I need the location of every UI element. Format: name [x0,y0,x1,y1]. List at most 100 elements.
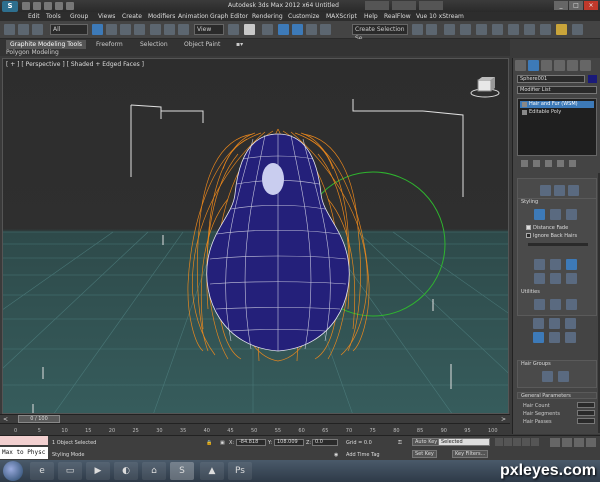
object-name-field[interactable]: Sphere001 [517,75,585,83]
ignore-back-hairs-checkbox[interactable]: Ignore Back Hairs [526,233,577,239]
angle-snap-icon[interactable] [278,24,289,35]
percent-snap-icon[interactable] [292,24,303,35]
prev-frame-icon[interactable]: < [3,416,8,423]
menu-vue-xstream[interactable]: Vue 10 xStream [416,13,464,20]
render-production-icon[interactable] [556,24,567,35]
network-icon[interactable]: ⌂ [142,462,166,480]
modifier-list-dropdown[interactable]: Modifier List [517,86,597,94]
open-file-icon[interactable] [33,2,41,10]
move-icon[interactable] [150,24,161,35]
snap-toggle-icon[interactable] [262,24,273,35]
menu-realflow[interactable]: RealFlow [384,13,411,20]
motion-tab-icon[interactable] [554,60,565,71]
rectangular-selection-icon[interactable] [120,24,131,35]
vlc-icon[interactable]: ▲ [200,462,224,480]
layer-manager-icon[interactable] [444,24,455,35]
recomb-icon[interactable] [533,332,544,343]
set-key-button[interactable]: Set Key [412,450,437,458]
hair-count-field[interactable] [577,402,595,408]
time-slider-thumb[interactable]: 0 / 100 [18,415,60,423]
pin-stack-icon[interactable] [521,160,528,167]
curve-editor-icon[interactable] [476,24,487,35]
tab-graphite-modeling-tools[interactable]: Graphite Modeling Tools [6,40,87,49]
time-tag-icon[interactable]: ◉ [334,452,338,458]
lock-icon[interactable] [549,332,560,343]
rotate-hair-icon[interactable] [550,273,561,284]
z-coordinate-field[interactable]: 0.0 [312,439,338,446]
search-box[interactable] [365,1,389,10]
media-player-icon[interactable]: ▶ [86,462,110,480]
tab-selection[interactable]: Selection [136,40,172,49]
menu-tools[interactable]: Tools [46,13,61,20]
reference-coordinate-dropdown[interactable]: View [194,24,224,35]
y-coordinate-field[interactable]: 108.009 [274,439,304,446]
align-icon[interactable] [426,24,437,35]
menu-modifiers[interactable]: Modifiers [148,13,175,20]
toggle-hair-icon[interactable] [549,318,560,329]
viewport-label[interactable]: [ + ] [ Perspective ] [ Shaded + Edged F… [6,61,144,68]
select-icon[interactable] [566,209,577,220]
pop-selected-icon[interactable] [550,299,561,310]
puff-roots-icon[interactable] [566,259,577,270]
styling-tool-icon[interactable] [554,185,565,196]
3ds-max-icon[interactable]: S [170,462,194,480]
graphite-toggle-icon[interactable] [460,24,471,35]
stack-item-hair-and-fur[interactable]: Hair and Fur (WSM) [520,101,594,108]
menu-maxscript[interactable]: MAXScript [326,13,357,20]
select-by-name-icon[interactable] [106,24,117,35]
attenuate-icon[interactable] [534,299,545,310]
app-logo-icon[interactable]: S [2,0,18,12]
subscription-icon[interactable] [392,1,416,10]
key-filters-button[interactable]: Key Filters... [452,450,489,458]
menu-edit[interactable]: Edit [28,13,40,20]
render-setup-icon[interactable] [524,24,535,35]
menu-rendering[interactable]: Rendering [252,13,283,20]
hierarchy-tab-icon[interactable] [541,60,552,71]
distance-fade-checkbox[interactable]: Distance Fade [526,225,568,231]
render-iterative-icon[interactable] [572,24,583,35]
tab-object-paint[interactable]: Object Paint [180,40,224,49]
photoshop-icon[interactable]: Ps [228,462,252,480]
firefox-icon[interactable]: ◐ [114,462,138,480]
tab-freeform[interactable]: Freeform [92,40,127,49]
material-editor-icon[interactable] [508,24,519,35]
general-parameters-title[interactable]: General Parameters [517,392,597,399]
lock-selection-icon[interactable]: 🔒 [206,440,212,446]
named-selection-dropdown[interactable]: Create Selection Se [352,24,408,42]
selection-filter-dropdown[interactable]: All [50,24,88,35]
spinner-snap-icon[interactable] [306,24,317,35]
configure-sets-icon[interactable] [569,160,576,167]
zoom-extents-icon[interactable] [574,438,584,447]
redo-icon[interactable] [18,24,29,35]
clump-icon[interactable] [534,273,545,284]
show-end-result-icon[interactable] [533,160,540,167]
menu-graph-editor[interactable]: Graph Editor [210,13,248,20]
mirror-icon[interactable] [412,24,423,35]
absolute-mode-icon[interactable]: ▣ [220,440,225,446]
redo-icon[interactable] [66,2,74,10]
utilities-tab-icon[interactable] [580,60,591,71]
scale-hair-icon[interactable] [566,273,577,284]
zoom-all-icon[interactable] [562,438,572,447]
stack-item-editable-poly[interactable]: Editable Poly [520,109,594,116]
play-icon[interactable] [513,438,521,446]
display-tab-icon[interactable] [567,60,578,71]
undo-icon[interactable] [55,2,63,10]
menu-group[interactable]: Group [70,13,88,20]
hair-cut-icon[interactable] [550,209,561,220]
new-file-icon[interactable] [22,2,30,10]
hair-brush-icon[interactable] [534,209,545,220]
start-button[interactable] [3,461,23,481]
minimize-button[interactable]: _ [554,1,568,10]
hair-passes-field[interactable] [577,418,595,424]
help-icon[interactable] [419,1,443,10]
object-color-swatch[interactable] [588,75,597,83]
split-group-icon[interactable] [542,371,553,382]
menu-create[interactable]: Create [122,13,142,20]
perspective-viewport[interactable]: [ + ] [ Perspective ] [ Shaded + Edged F… [2,58,509,414]
zoom-icon[interactable] [550,438,560,447]
merge-group-icon[interactable] [558,371,569,382]
scale-icon[interactable] [178,24,189,35]
maximize-button[interactable]: □ [569,1,583,10]
remove-modifier-icon[interactable] [557,160,564,167]
